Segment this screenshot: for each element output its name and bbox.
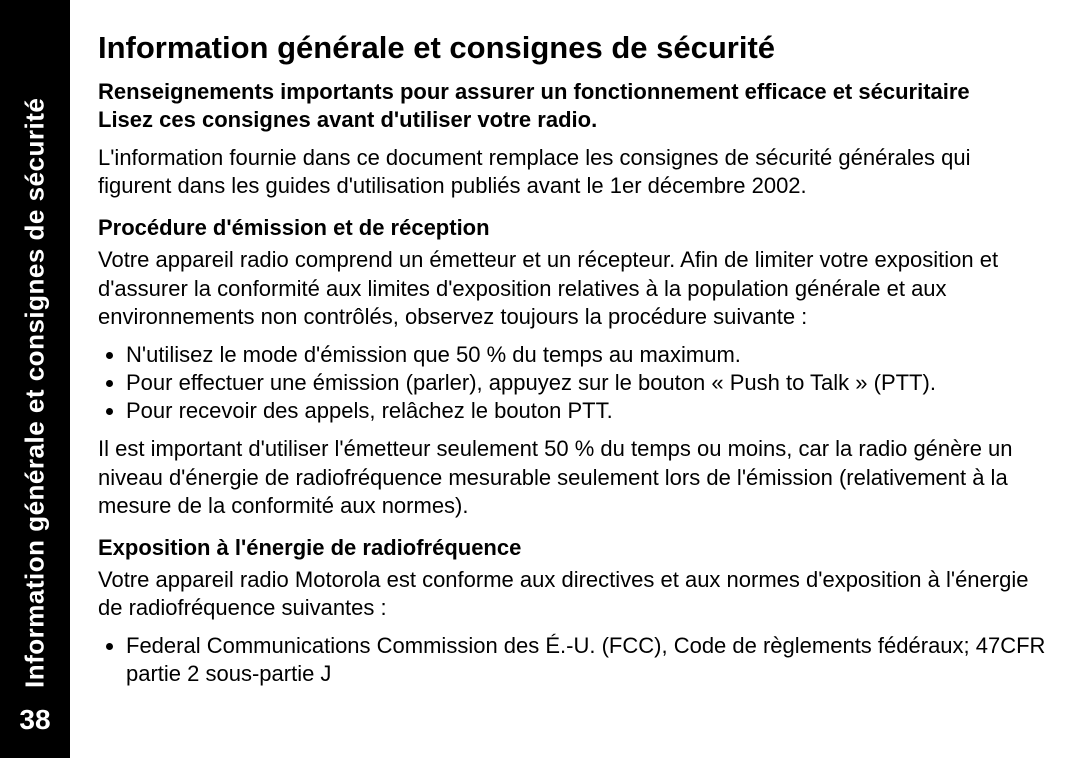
section-1-heading: Procédure d'émission et de réception (98, 214, 1046, 242)
list-item: N'utilisez le mode d'émission que 50 % d… (126, 341, 1046, 369)
page-title: Information générale et consignes de séc… (98, 28, 1046, 68)
section-2-paragraph: Votre appareil radio Motorola est confor… (98, 566, 1046, 622)
section-2-list: Federal Communications Commission des É.… (98, 632, 1046, 688)
section-1-paragraph-2: Il est important d'utiliser l'émetteur s… (98, 435, 1046, 519)
content-area: Information générale et consignes de séc… (70, 0, 1080, 758)
section-1-list: N'utilisez le mode d'émission que 50 % d… (98, 341, 1046, 425)
intro-paragraph: L'information fournie dans ce document r… (98, 144, 1046, 200)
intro-bold-line-2: Lisez ces consignes avant d'utiliser vot… (98, 106, 1046, 134)
list-item: Pour recevoir des appels, relâchez le bo… (126, 397, 1046, 425)
page-container: Information générale et consignes de séc… (0, 0, 1080, 758)
section-1-paragraph: Votre appareil radio comprend un émetteu… (98, 246, 1046, 330)
page-number: 38 (0, 704, 70, 736)
side-tab: Information générale et consignes de séc… (0, 0, 70, 758)
intro-bold-line-1: Renseignements importants pour assurer u… (98, 78, 1046, 106)
list-item: Pour effectuer une émission (parler), ap… (126, 369, 1046, 397)
list-item: Federal Communications Commission des É.… (126, 632, 1046, 688)
side-tab-label: Information générale et consignes de séc… (20, 98, 51, 688)
section-2-heading: Exposition à l'énergie de radiofréquence (98, 534, 1046, 562)
